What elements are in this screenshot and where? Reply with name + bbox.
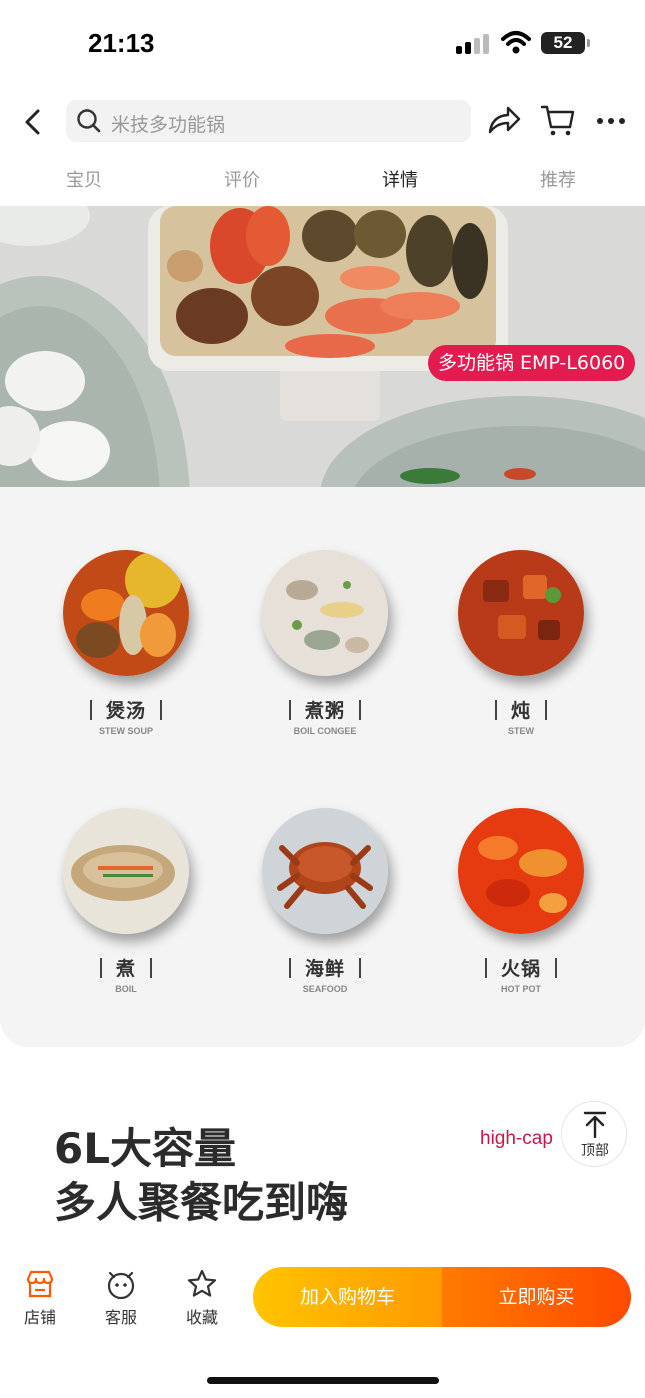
- back-to-top-button[interactable]: 顶部: [561, 1101, 627, 1167]
- feature-label: 火锅: [500, 958, 541, 980]
- search-placeholder: 米技多功能锅: [111, 114, 226, 136]
- feature-label: 煲汤: [105, 700, 146, 722]
- tab-baobei[interactable]: 宝贝: [66, 166, 102, 192]
- feature-sub-label: BOIL: [115, 984, 137, 994]
- shop-label: 店铺: [23, 1308, 56, 1327]
- tab-recommend[interactable]: 推荐: [540, 166, 576, 192]
- cooking-modes-panel: 煲汤 STEW SOUP 煮粥 BOIL CONGEE 炖 STEW 煮 BOI…: [0, 487, 645, 1047]
- feature-sub-label: STEW SOUP: [98, 726, 153, 736]
- chat-face-icon: [107, 1271, 135, 1300]
- capacity-headline: 6L大容量 多人聚餐吃到嗨: [54, 1122, 348, 1230]
- feature-sub-label: BOIL CONGEE: [293, 726, 357, 736]
- feature-sub-label: HOT POT: [501, 984, 541, 994]
- bottom-action-bar: 店铺 客服 收藏 加入购物车 立即购买: [0, 1256, 645, 1346]
- home-indicator[interactable]: [207, 1377, 439, 1384]
- capacity-line-2: 多人聚餐吃到嗨: [54, 1178, 349, 1227]
- feature-label: 炖: [510, 700, 531, 722]
- more-icon[interactable]: [594, 106, 628, 136]
- feature-label: 海鲜: [304, 958, 345, 980]
- feature-label: 煮粥: [304, 700, 345, 722]
- feature-sub-label: SEAFOOD: [302, 984, 348, 994]
- store-icon: [26, 1270, 54, 1298]
- status-bar: 21:13 52: [0, 0, 645, 88]
- stew-image: [458, 550, 584, 676]
- battery-indicator: 52: [541, 32, 590, 54]
- add-to-cart-button[interactable]: 加入购物车: [253, 1267, 442, 1327]
- top-navigation: 米技多功能锅: [0, 98, 645, 146]
- seafood-image: [262, 808, 388, 934]
- detail-tabs: 宝贝 评价 详情 推荐: [0, 166, 645, 200]
- star-icon: [187, 1269, 217, 1297]
- tab-details[interactable]: 详情: [382, 166, 418, 192]
- boil-image: [63, 808, 189, 934]
- favorite-label: 收藏: [185, 1308, 218, 1327]
- hot-pot-image: [458, 808, 584, 934]
- search-icon: [77, 109, 101, 133]
- tab-reviews[interactable]: 评价: [224, 166, 260, 192]
- favorite-button[interactable]: 收藏: [172, 1268, 232, 1328]
- stew-soup-image: [63, 550, 189, 676]
- buy-now-button[interactable]: 立即购买: [442, 1267, 631, 1327]
- back-icon[interactable]: [18, 106, 50, 138]
- shop-button[interactable]: 店铺: [10, 1268, 70, 1328]
- model-badge: 多功能锅 EMP-L6060: [428, 345, 636, 381]
- cellular-signal-icon: [456, 34, 492, 54]
- wifi-icon: [501, 31, 531, 54]
- product-hero-image: 多功能锅 EMP-L6060: [0, 206, 645, 487]
- capacity-line-1: 6L大容量: [54, 1124, 236, 1173]
- arrow-up-icon: [583, 1111, 607, 1138]
- search-input[interactable]: 米技多功能锅: [66, 100, 471, 142]
- customer-service-label: 客服: [104, 1308, 137, 1327]
- status-time: 21:13: [88, 28, 155, 58]
- feature-label: 煮: [115, 958, 136, 980]
- customer-service-button[interactable]: 客服: [91, 1268, 151, 1328]
- share-icon[interactable]: [486, 104, 522, 138]
- boil-congee-image: [262, 550, 388, 676]
- cart-icon[interactable]: [540, 102, 576, 138]
- back-to-top-label: 顶部: [581, 1143, 609, 1159]
- feature-sub-label: STEW: [508, 726, 534, 736]
